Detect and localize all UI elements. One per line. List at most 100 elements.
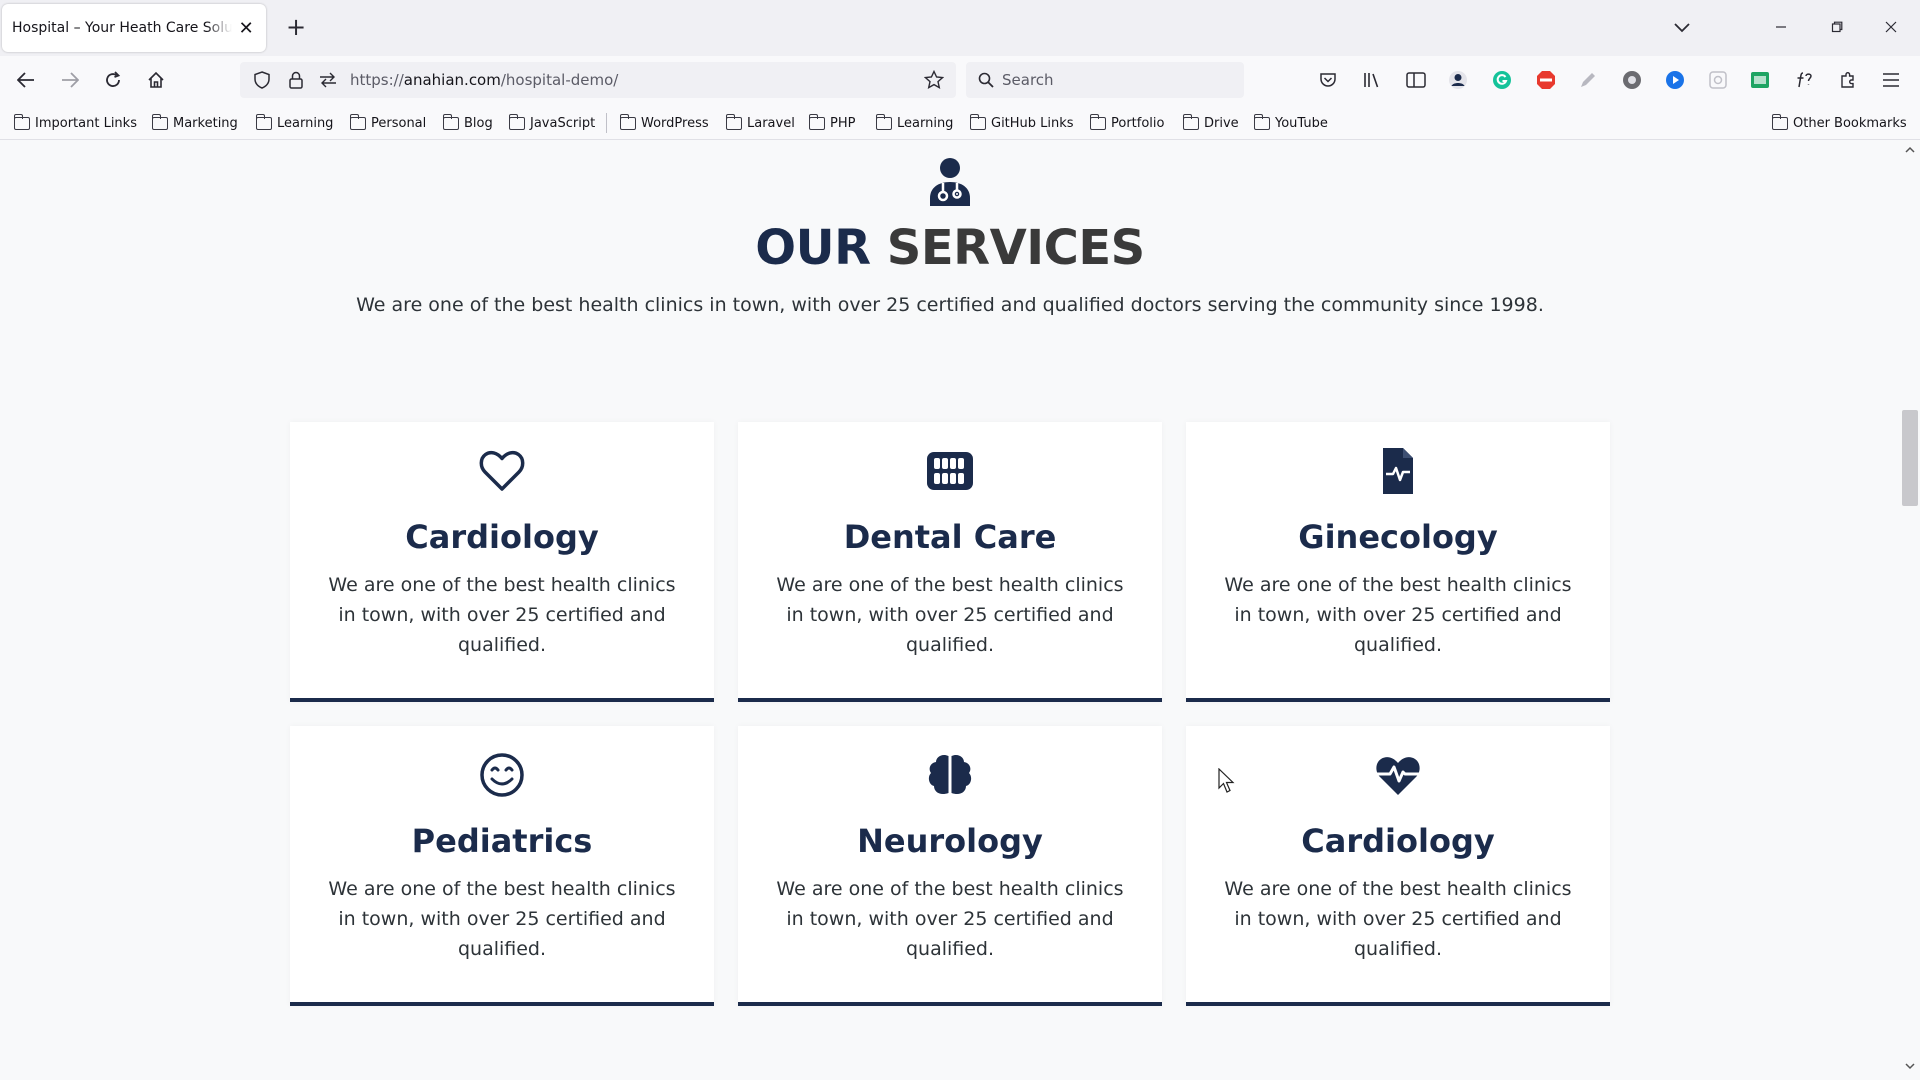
permissions-icon[interactable]	[316, 68, 340, 92]
bookmark-label: Drive	[1204, 115, 1239, 131]
section-title-services: SERVICES	[886, 220, 1145, 276]
back-arrow-icon[interactable]	[10, 64, 42, 96]
search-icon	[974, 68, 998, 92]
tab-list-chevron-icon[interactable]	[1666, 14, 1698, 42]
bookmark-label: Blog	[464, 115, 493, 131]
bookmark-folder[interactable]: Personal	[349, 112, 426, 134]
scroll-down-arrow-icon[interactable]	[1904, 1060, 1916, 1072]
bookmark-label: GitHub Links	[991, 115, 1074, 131]
page-scrollbar[interactable]	[1900, 140, 1920, 1080]
new-tab-button[interactable]: +	[280, 12, 312, 44]
bookmark-folder[interactable]: Learning	[875, 112, 954, 134]
heart-outline-icon	[479, 450, 525, 491]
folder-icon	[725, 113, 742, 130]
search-placeholder: Search	[1002, 71, 1054, 89]
url-domain: anahian.com	[403, 71, 501, 89]
play-extension-icon[interactable]	[1661, 66, 1689, 94]
reload-icon[interactable]	[97, 64, 129, 96]
bookmark-label: Important Links	[35, 115, 137, 131]
forward-arrow-icon[interactable]	[54, 64, 86, 96]
service-card: Dental Care We are one of the best healt…	[738, 422, 1162, 702]
folder-icon	[969, 113, 986, 130]
service-title: Pediatrics	[411, 822, 593, 860]
bookmark-folder[interactable]: Laravel	[725, 112, 795, 134]
bookmark-folder[interactable]: Drive	[1182, 112, 1239, 134]
bookmark-label: Learning	[897, 115, 954, 131]
url-bar[interactable]: https://anahian.com/hospital-demo/	[240, 62, 956, 98]
vpn-extension-icon[interactable]	[1618, 66, 1646, 94]
service-description: We are one of the best health clinics in…	[776, 574, 1124, 656]
browser-tab[interactable]: Hospital – Your Heath Care Solution ✕	[2, 4, 266, 52]
doctor-icon	[930, 158, 970, 206]
bookmark-label: WordPress	[641, 115, 709, 131]
bookmark-folder[interactable]: Marketing	[151, 112, 238, 134]
url-scheme: https://	[350, 71, 404, 89]
home-icon[interactable]	[140, 64, 172, 96]
tab-close-icon[interactable]: ✕	[236, 18, 256, 39]
service-card: Cardiology We are one of the best health…	[1186, 726, 1610, 1006]
bookmark-label: Laravel	[747, 115, 795, 131]
bookmark-label: YouTube	[1275, 115, 1328, 131]
other-bookmarks-folder[interactable]: Other Bookmarks	[1771, 112, 1907, 134]
account-avatar-icon[interactable]	[1444, 66, 1472, 94]
navigation-toolbar: https://anahian.com/hospital-demo/ Searc…	[0, 56, 1920, 104]
folder-icon	[442, 113, 459, 130]
service-description: We are one of the best health clinics in…	[328, 878, 676, 960]
folder-icon	[875, 113, 892, 130]
bookmark-label: Marketing	[173, 115, 238, 131]
bookmark-star-icon[interactable]	[922, 68, 946, 92]
folder-icon	[255, 113, 272, 130]
search-bar[interactable]: Search	[966, 62, 1244, 98]
pocket-icon[interactable]	[1314, 66, 1342, 94]
heart-pulse-icon	[1376, 757, 1420, 795]
bookmark-label: Learning	[277, 115, 334, 131]
bookmark-folder[interactable]: GitHub Links	[969, 112, 1074, 134]
adblock-extension-icon[interactable]	[1532, 66, 1560, 94]
teeth-icon	[927, 452, 973, 490]
folder-icon	[349, 113, 366, 130]
bookmark-label: JavaScript	[530, 115, 596, 131]
library-icon[interactable]	[1358, 66, 1386, 94]
bookmark-folder[interactable]: YouTube	[1253, 112, 1328, 134]
folder-icon	[508, 113, 525, 130]
tab-title: Hospital – Your Heath Care Solution	[12, 20, 233, 36]
sheets-extension-icon[interactable]	[1746, 66, 1774, 94]
scrollbar-thumb[interactable]	[1902, 410, 1918, 506]
bookmark-separator	[606, 113, 607, 133]
bookmark-label: Portfolio	[1111, 115, 1165, 131]
bookmark-folder[interactable]: Portfolio	[1089, 112, 1165, 134]
folder-icon	[1253, 113, 1270, 130]
service-card: Pediatrics We are one of the best health…	[290, 726, 714, 1006]
page-content: OUR SERVICES We are one of the best heal…	[0, 140, 1900, 1080]
service-card: Cardiology We are one of the best health…	[290, 422, 714, 702]
grammarly-extension-icon[interactable]	[1488, 66, 1516, 94]
bookmarks-toolbar: Important Links Marketing Learning Perso…	[0, 104, 1920, 140]
bookmark-folder[interactable]: WordPress	[619, 112, 709, 134]
menu-hamburger-icon[interactable]	[1877, 66, 1905, 94]
service-title: Cardiology	[405, 518, 599, 556]
bookmark-folder[interactable]: Blog	[442, 112, 493, 134]
shield-icon[interactable]	[250, 68, 274, 92]
bookmark-folder[interactable]: PHP	[808, 112, 855, 134]
lock-icon[interactable]	[284, 68, 308, 92]
capture-extension-icon[interactable]	[1704, 66, 1732, 94]
sidebar-icon[interactable]	[1402, 66, 1430, 94]
service-title: Dental Care	[843, 518, 1057, 556]
bookmark-folder[interactable]: Learning	[255, 112, 334, 134]
service-description: We are one of the best health clinics in…	[1224, 574, 1572, 656]
bookmark-folder[interactable]: JavaScript	[508, 112, 596, 134]
folder-icon	[808, 113, 825, 130]
extensions-puzzle-icon[interactable]	[1834, 66, 1862, 94]
pen-extension-icon[interactable]	[1574, 66, 1602, 94]
scroll-up-arrow-icon[interactable]	[1904, 144, 1916, 156]
minimize-icon[interactable]	[1758, 12, 1804, 42]
folder-icon	[619, 113, 636, 130]
close-window-icon[interactable]	[1868, 12, 1914, 42]
restore-icon[interactable]	[1814, 12, 1860, 42]
bookmark-folder[interactable]: Important Links	[13, 112, 137, 134]
function-extension-icon[interactable]	[1790, 66, 1818, 94]
url-path: /hospital-demo/	[500, 71, 619, 89]
url-text[interactable]: https://anahian.com/hospital-demo/	[350, 71, 618, 89]
service-title: Cardiology	[1301, 822, 1495, 860]
mouse-cursor-icon	[1218, 768, 1235, 793]
